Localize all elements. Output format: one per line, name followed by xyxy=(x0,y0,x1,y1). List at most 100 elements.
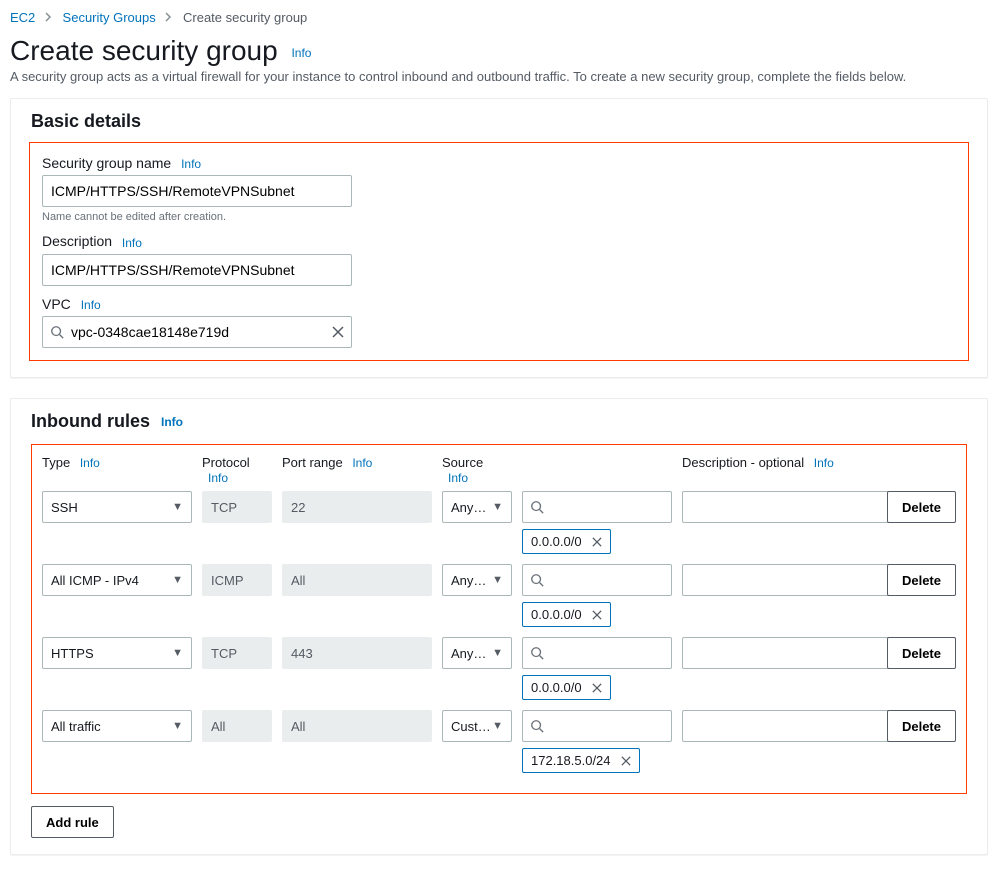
rule-port-field: All xyxy=(282,710,432,742)
rule-source-search[interactable] xyxy=(522,564,672,596)
chevron-right-icon xyxy=(45,12,53,22)
rule-type-select[interactable]: All ICMP - IPv4▼ xyxy=(42,564,192,596)
rule-type-value: All ICMP - IPv4 xyxy=(51,573,139,588)
rule-source-search[interactable] xyxy=(522,710,672,742)
page-title-text: Create security group xyxy=(10,35,278,66)
inbound-rules-panel: Inbound rules Info Type Info Protocol In… xyxy=(10,398,988,856)
rule-type-value: SSH xyxy=(51,500,78,515)
sg-desc-input[interactable] xyxy=(42,254,352,286)
rule-row: SSH▼TCP22Anywhere-IPv4▼0.0.0.0/0Delete xyxy=(42,491,956,554)
rule-row: All ICMP - IPv4▼ICMPAllAnywhere-IPv4▼0.0… xyxy=(42,564,956,627)
vpc-input[interactable] xyxy=(42,316,352,348)
col-desc-info-link[interactable]: Info xyxy=(814,456,834,470)
close-icon[interactable] xyxy=(330,324,346,340)
caret-down-icon: ▼ xyxy=(172,720,183,732)
rule-source-input[interactable] xyxy=(522,710,672,742)
rule-row: All traffic▼AllAllCustom▼172.18.5.0/24De… xyxy=(42,710,956,773)
col-source: Source Info xyxy=(442,455,512,486)
rule-source-mode-value: Anywhere-IPv4 xyxy=(451,646,492,661)
col-protocol: Protocol Info xyxy=(202,455,272,486)
col-port-label: Port range xyxy=(282,455,343,470)
rule-port-field: All xyxy=(282,564,432,596)
col-type-info-link[interactable]: Info xyxy=(80,456,100,470)
col-port: Port range Info xyxy=(282,455,432,471)
sg-name-input[interactable] xyxy=(42,175,352,207)
rule-desc-input[interactable] xyxy=(682,637,896,669)
rule-source-chip: 0.0.0.0/0 xyxy=(522,675,611,700)
rule-source-mode-value: Anywhere-IPv4 xyxy=(451,573,492,588)
close-icon[interactable] xyxy=(588,683,606,693)
rule-source-input[interactable] xyxy=(522,637,672,669)
col-source-info-link[interactable]: Info xyxy=(448,471,468,485)
rule-source-mode-value: Anywhere-IPv4 xyxy=(451,500,492,515)
vpc-info-link[interactable]: Info xyxy=(81,298,101,312)
vpc-label-text: VPC xyxy=(42,296,71,312)
sg-desc-info-link[interactable]: Info xyxy=(122,236,142,250)
rule-source-mode-select[interactable]: Anywhere-IPv4▼ xyxy=(442,564,512,596)
chevron-right-icon xyxy=(165,12,173,22)
caret-down-icon: ▼ xyxy=(492,501,503,513)
inbound-rules-info-link[interactable]: Info xyxy=(161,415,183,429)
rule-source-chip-text: 0.0.0.0/0 xyxy=(531,534,582,549)
rule-source-chip-text: 0.0.0.0/0 xyxy=(531,607,582,622)
close-icon[interactable] xyxy=(588,537,606,547)
inbound-rules-table: Type Info Protocol Info Port range Info … xyxy=(42,455,956,774)
rule-source-mode-select[interactable]: Anywhere-IPv4▼ xyxy=(442,491,512,523)
rule-source-search[interactable] xyxy=(522,491,672,523)
breadcrumb-ec2[interactable]: EC2 xyxy=(10,10,35,25)
col-type-label: Type xyxy=(42,455,70,470)
inbound-rules-heading: Inbound rules Info xyxy=(11,399,987,432)
inbound-rules-highlight: Type Info Protocol Info Port range Info … xyxy=(31,444,967,795)
col-source-label: Source xyxy=(442,455,483,470)
close-icon[interactable] xyxy=(588,610,606,620)
rule-source-chip: 0.0.0.0/0 xyxy=(522,529,611,554)
rule-desc-input[interactable] xyxy=(682,564,896,596)
rule-type-select[interactable]: All traffic▼ xyxy=(42,710,192,742)
rule-type-value: HTTPS xyxy=(51,646,94,661)
add-rule-button[interactable]: Add rule xyxy=(31,806,114,838)
page-title-info-link[interactable]: Info xyxy=(291,46,311,60)
vpc-label: VPC Info xyxy=(42,296,956,312)
rule-protocol-field: TCP xyxy=(202,637,272,669)
caret-down-icon: ▼ xyxy=(492,647,503,659)
rule-protocol-field: TCP xyxy=(202,491,272,523)
rule-type-select[interactable]: SSH ▼ xyxy=(42,491,192,523)
rule-type-select[interactable]: HTTPS ▼ xyxy=(42,637,192,669)
sg-name-info-link[interactable]: Info xyxy=(181,157,201,171)
rule-port-field: 22 xyxy=(282,491,432,523)
sg-name-label-text: Security group name xyxy=(42,155,171,171)
basic-details-highlight: Security group name Info Name cannot be … xyxy=(29,142,969,361)
rule-protocol-field: ICMP xyxy=(202,564,272,596)
sg-desc-label: Description Info xyxy=(42,233,956,249)
rule-source-input[interactable] xyxy=(522,564,672,596)
rule-source-chip-text: 172.18.5.0/24 xyxy=(531,753,611,768)
rule-source-chip-text: 0.0.0.0/0 xyxy=(531,680,582,695)
rule-source-mode-value: Custom xyxy=(451,719,492,734)
col-protocol-info-link[interactable]: Info xyxy=(208,471,228,485)
rule-desc-input[interactable] xyxy=(682,710,896,742)
rule-source-search[interactable] xyxy=(522,637,672,669)
sg-desc-label-text: Description xyxy=(42,233,112,249)
caret-down-icon: ▼ xyxy=(492,574,503,586)
basic-details-heading: Basic details xyxy=(11,99,987,132)
delete-rule-button[interactable]: Delete xyxy=(887,491,956,523)
rule-desc-input[interactable] xyxy=(682,491,896,523)
rule-source-input[interactable] xyxy=(522,491,672,523)
caret-down-icon: ▼ xyxy=(172,647,183,659)
delete-rule-button[interactable]: Delete xyxy=(887,637,956,669)
close-icon[interactable] xyxy=(617,756,635,766)
col-port-info-link[interactable]: Info xyxy=(352,456,372,470)
breadcrumb: EC2 Security Groups Create security grou… xyxy=(10,10,988,25)
delete-rule-button[interactable]: Delete xyxy=(887,710,956,742)
col-desc: Description - optional Info xyxy=(682,455,896,471)
rule-source-mode-select[interactable]: Anywhere-IPv4▼ xyxy=(442,637,512,669)
sg-name-label: Security group name Info xyxy=(42,155,956,171)
rule-row: HTTPS▼TCP443Anywhere-IPv4▼0.0.0.0/0Delet… xyxy=(42,637,956,700)
col-protocol-label: Protocol xyxy=(202,455,250,470)
col-type: Type Info xyxy=(42,455,192,471)
rule-source-mode-select[interactable]: Custom▼ xyxy=(442,710,512,742)
col-desc-label: Description - optional xyxy=(682,455,804,470)
delete-rule-button[interactable]: Delete xyxy=(887,564,956,596)
caret-down-icon: ▼ xyxy=(172,501,183,513)
breadcrumb-security-groups[interactable]: Security Groups xyxy=(63,10,156,25)
